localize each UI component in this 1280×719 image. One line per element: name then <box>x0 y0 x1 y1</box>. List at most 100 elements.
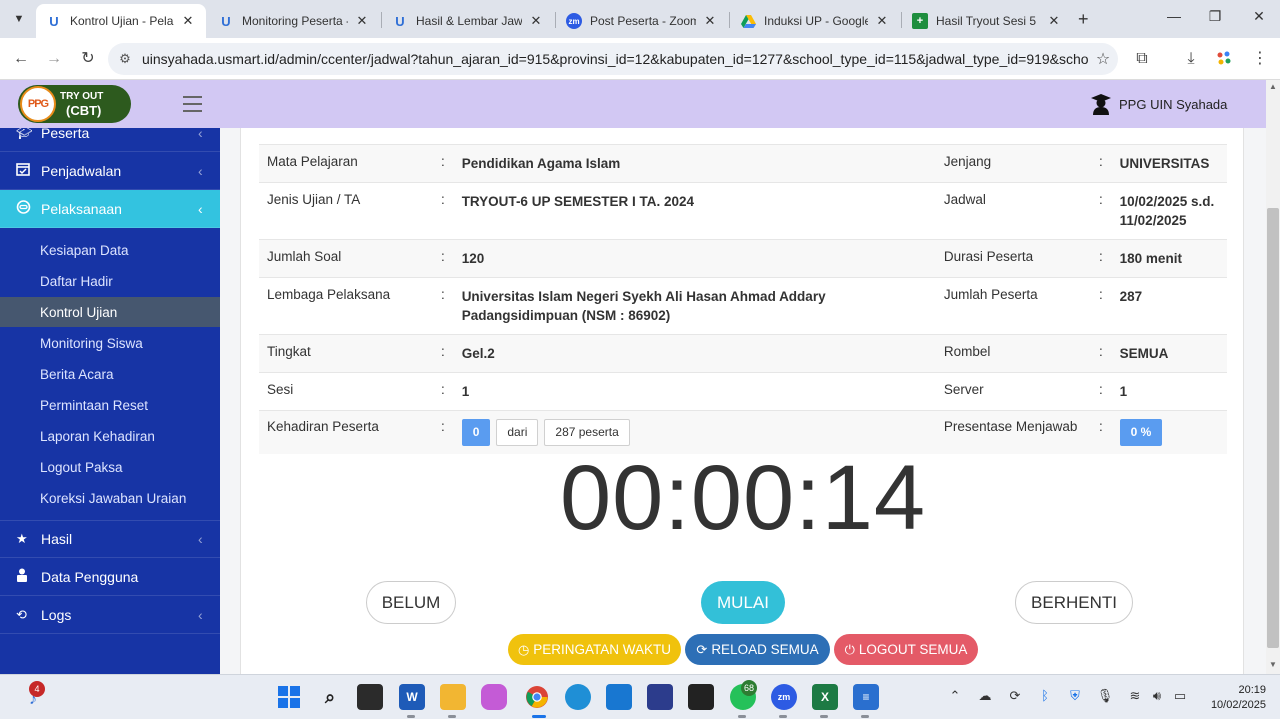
sidebar-item-logs[interactable]: ⟲ Logs ‹ <box>0 596 220 634</box>
address-bar[interactable]: ⚙ uinsyahada.usmart.id/admin/ccenter/jad… <box>108 43 1118 75</box>
reload-semua-button[interactable]: ⟳ RELOAD SEMUA <box>685 634 830 665</box>
reload-icon[interactable]: ↻ <box>77 48 99 70</box>
security-shield-icon[interactable]: ⛨ <box>1065 688 1085 704</box>
sidebar-item-peserta[interactable]: 🎓︎ Peserta ‹ <box>0 128 220 152</box>
browser-menu-kebab-icon[interactable]: ⋮ <box>1249 48 1271 70</box>
sidebar-item-data-pengguna[interactable]: Data Pengguna <box>0 558 220 596</box>
search-icon[interactable]: ⌕ <box>317 684 343 710</box>
button-label: LOGOUT SEMUA <box>858 642 968 657</box>
tab-hasil-lembar-jawaban[interactable]: U Hasil & Lembar Jawaban ✕ <box>382 4 554 38</box>
sidebar-subitem-koreksi-jawaban-uraian[interactable]: Koreksi Jawaban Uraian <box>0 483 220 513</box>
info-label: Server <box>943 382 984 397</box>
store-icon[interactable] <box>606 684 632 710</box>
bookmark-star-icon[interactable]: ☆ <box>1088 49 1118 69</box>
url-text[interactable]: uinsyahada.usmart.id/admin/ccenter/jadwa… <box>142 51 1088 67</box>
info-value: 180 menit <box>1119 251 1182 266</box>
site-info-icon[interactable]: ⚙ <box>108 51 142 67</box>
profile-avatar-icon[interactable] <box>1213 48 1235 70</box>
exam-info-table: Mata Pelajaran : Pendidikan Agama Islam … <box>259 144 1227 454</box>
system-clock[interactable]: 20:19 10/02/2025 <box>1196 683 1266 713</box>
sidebar-subitem-monitoring-siswa[interactable]: Monitoring Siswa <box>0 328 220 358</box>
file-explorer-icon[interactable] <box>440 684 466 710</box>
belum-button[interactable]: BELUM <box>366 581 456 624</box>
forward-arrow-icon[interactable]: → <box>43 48 65 70</box>
microphone-icon[interactable]: 🎙︎ <box>1095 688 1115 704</box>
tab-search-chevron-icon[interactable]: ▼ <box>8 8 30 30</box>
minimize-window-icon[interactable]: — <box>1160 8 1188 24</box>
info-label: Sesi <box>267 382 294 397</box>
running-indicator <box>448 715 456 718</box>
close-tab-icon[interactable]: ✕ <box>1046 13 1062 29</box>
peringatan-waktu-button[interactable]: ◷ PERINGATAN WAKTU <box>508 634 681 665</box>
user-graduate-icon[interactable] <box>1090 93 1112 115</box>
sidebar-subitem-daftar-hadir[interactable]: Daftar Hadir <box>0 266 220 296</box>
sidebar-subitem-laporan-kehadiran[interactable]: Laporan Kehadiran <box>0 421 220 451</box>
sync-icon[interactable]: ⟳ <box>1005 688 1025 704</box>
new-tab-plus-icon[interactable]: + <box>1078 9 1089 30</box>
battery-icon[interactable]: ▭ <box>1170 688 1190 704</box>
sidebar-toggle-hamburger-icon[interactable] <box>183 96 202 117</box>
info-separator: : <box>1098 344 1103 359</box>
tab-hasil-tryout-sheets[interactable]: + Hasil Tryout Sesi 5 PPG ✕ <box>902 4 1072 38</box>
close-tab-icon[interactable]: ✕ <box>354 13 370 29</box>
logout-semua-button[interactable]: ⏻ LOGOUT SEMUA <box>834 634 978 665</box>
sidebar-subitem-berita-acara[interactable]: Berita Acara <box>0 359 220 389</box>
info-separator: : <box>1098 287 1103 302</box>
terminal-app-icon[interactable] <box>688 684 714 710</box>
bluetooth-icon[interactable]: ᛒ <box>1035 688 1055 703</box>
sidebar-subitem-permintaan-reset[interactable]: Permintaan Reset <box>0 390 220 420</box>
table-row: Jumlah Soal : 120 Durasi Peserta : 180 m… <box>259 239 1227 278</box>
tab-post-peserta-zoom[interactable]: zm Post Peserta - Zoom ✕ <box>556 4 728 38</box>
close-tab-icon[interactable]: ✕ <box>528 13 544 29</box>
tray-chevron-up-icon[interactable]: ⌃ <box>945 688 965 704</box>
table-row: Jenis Ujian / TA : TRYOUT-6 UP SEMESTER … <box>259 182 1227 240</box>
windows-start-icon[interactable] <box>276 684 302 710</box>
app-logo[interactable]: PPG TRY OUT (CBT) <box>18 85 131 123</box>
scroll-up-arrow-icon[interactable]: ▲ <box>1269 82 1277 91</box>
info-separator: : <box>1098 249 1103 264</box>
total-peserta-badge: 287 peserta <box>544 419 630 446</box>
scrollbar-thumb[interactable] <box>1267 208 1279 648</box>
restore-window-icon[interactable]: ❐ <box>1201 8 1229 25</box>
tab-kontrol-ujian[interactable]: U Kontrol Ujian - Pelaksanaan ✕ <box>36 4 206 38</box>
task-view-icon[interactable] <box>357 684 383 710</box>
sidebar-subitem-kontrol-ujian[interactable]: Kontrol Ujian <box>0 297 220 327</box>
page-scrollbar[interactable]: ▲ ▼ <box>1266 80 1280 674</box>
sidebar-item-label: Pelaksanaan <box>41 200 122 217</box>
sidebar-subitem-logout-paksa[interactable]: Logout Paksa <box>0 452 220 482</box>
berhenti-button[interactable]: BERHENTI <box>1015 581 1133 624</box>
word-app-icon[interactable]: W <box>399 684 425 710</box>
tab-monitoring-peserta[interactable]: U Monitoring Peserta - PPG ✕ <box>208 4 380 38</box>
cloud-off-icon[interactable]: ☁ <box>975 688 995 704</box>
close-tab-icon[interactable]: ✕ <box>180 13 196 29</box>
edge-icon[interactable] <box>565 684 591 710</box>
close-window-icon[interactable]: ✕ <box>1245 8 1273 25</box>
app-icon[interactable] <box>647 684 673 710</box>
chrome-icon[interactable] <box>524 684 550 710</box>
extensions-puzzle-icon[interactable]: ⧉ <box>1131 48 1153 70</box>
sidebar-item-hasil[interactable]: ★ Hasil ‹ <box>0 520 220 558</box>
scroll-down-arrow-icon[interactable]: ▼ <box>1269 660 1277 669</box>
info-value: Universitas Islam Negeri Syekh Ali Hasan… <box>461 289 826 323</box>
excel-app-icon[interactable]: X <box>812 684 838 710</box>
back-arrow-icon[interactable]: ← <box>10 48 32 70</box>
tab-induksi-up-drive[interactable]: Induksi UP - Google Drive ✕ <box>730 4 900 38</box>
sidebar-item-penjadwalan[interactable]: Penjadwalan ‹ <box>0 152 220 190</box>
volume-icon[interactable]: 🔊︎ <box>1147 688 1167 704</box>
tab-title: Monitoring Peserta - PPG <box>242 14 348 28</box>
close-tab-icon[interactable]: ✕ <box>702 13 718 29</box>
wifi-icon[interactable]: ≋ <box>1125 688 1145 704</box>
close-tab-icon[interactable]: ✕ <box>874 13 890 29</box>
countdown-timer: 00:00:14 <box>559 447 927 549</box>
mulai-button[interactable]: MULAI <box>701 581 785 624</box>
sidebar-subitem-kesiapan-data[interactable]: Kesiapan Data <box>0 235 220 265</box>
user-name[interactable]: PPG UIN Syahada <box>1119 97 1227 112</box>
chevron-left-icon: ‹ <box>198 128 203 141</box>
notepad-app-icon[interactable]: ≡ <box>853 684 879 710</box>
sidebar-item-pelaksanaan[interactable]: Pelaksanaan ‹ <box>0 190 220 228</box>
google-drive-favicon-icon <box>740 13 756 29</box>
copilot-icon[interactable] <box>481 684 507 710</box>
download-icon[interactable]: ⤓ <box>1180 48 1202 70</box>
app-header: PPG TRY OUT (CBT) PPG UIN Syahada <box>0 80 1280 128</box>
zoom-icon[interactable]: zm <box>771 684 797 710</box>
